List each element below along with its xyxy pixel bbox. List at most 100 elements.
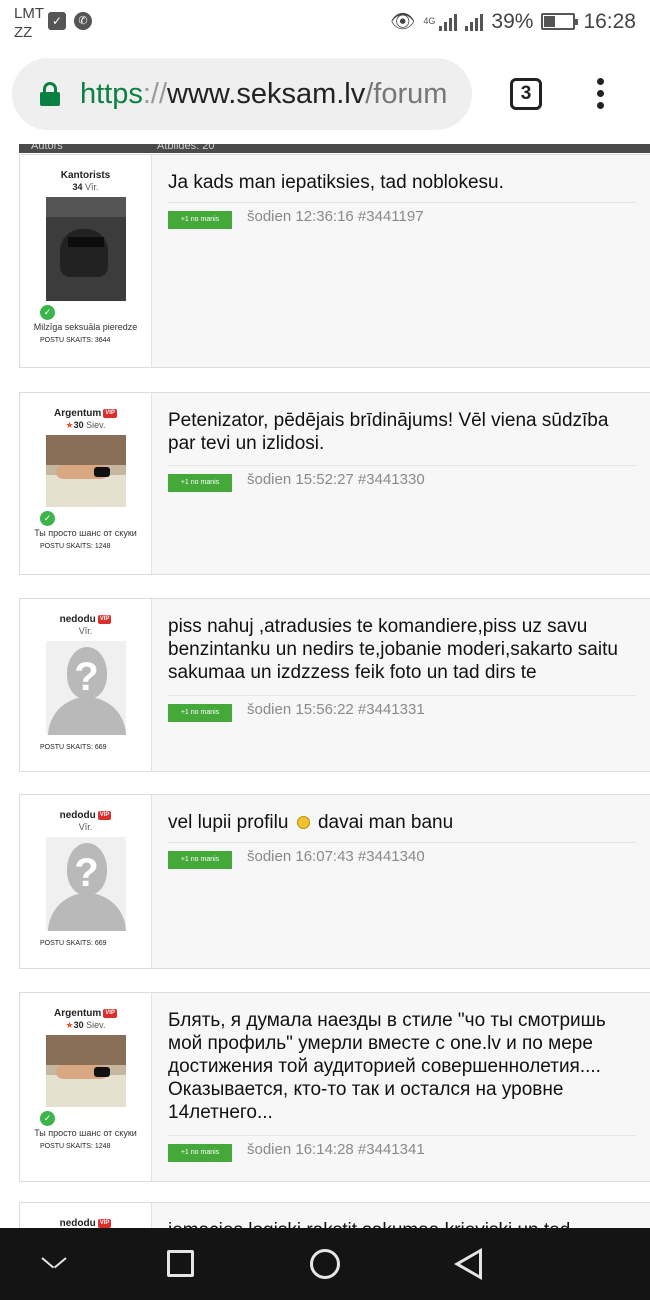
post-body: Petenizator, pēdējais brīdinājums! Vēl v… (152, 393, 650, 574)
post-count: POSTU SKAITS: 669 (40, 744, 107, 751)
tab-switcher-button[interactable]: 3 (510, 78, 542, 110)
post-timestamp[interactable]: šodien 16:14:28 #3441341 (247, 1141, 425, 1159)
thread-table-header: Autors Atbildes: 20 (19, 144, 650, 153)
carrier-line-2: ZZ (14, 24, 33, 41)
star-icon: ★ (65, 420, 74, 430)
more-vert-icon[interactable] (588, 78, 612, 112)
forum-post: Kantorists 34 Vīr. ✓ Milzīga seksuāla pi… (19, 154, 650, 368)
forum-post: Argentum VIP ★30 Siev. ✓ Ты просто шанс о… (19, 992, 650, 1182)
post-count: POSTU SKAITS: 1248 (40, 543, 111, 550)
post-timestamp[interactable]: šodien 16:07:43 #3441340 (247, 848, 425, 866)
data-signal-icon (439, 13, 458, 31)
vip-badge: VIP (97, 1219, 112, 1228)
post-author-panel: nedodu VIP (20, 1203, 152, 1228)
post-author-panel: Argentum VIP ★30 Siev. ✓ Ты просто шанс о… (20, 993, 152, 1181)
post-timestamp[interactable]: šodien 15:52:27 #3441330 (247, 471, 425, 489)
battery-percent: 39% (491, 9, 534, 33)
user-avatar[interactable] (45, 197, 126, 301)
home-icon[interactable] (310, 1249, 340, 1279)
forum-post: Argentum VIP ★30 Siev. ✓ Ты просто шанс о… (19, 392, 650, 575)
user-avatar[interactable]: ? (45, 837, 126, 931)
post-timestamp[interactable]: šodien 15:56:22 #3441331 (247, 701, 425, 719)
address-bar[interactable]: https://www.seksam.lv/forum (12, 58, 472, 130)
post-author-panel: Kantorists 34 Vīr. ✓ Milzīga seksuāla pi… (20, 155, 152, 367)
check-circle-icon: ✓ (40, 511, 55, 526)
post-meta: +1 no manis šodien 15:52:27 #3441330 (168, 465, 636, 492)
post-meta: +1 no manis šodien 16:14:28 #3441341 (168, 1135, 636, 1162)
post-author-panel: nedodu VIP Vīr. ? POSTU SKAITS: 669 (20, 599, 152, 771)
post-meta: +1 no manis šodien 15:56:22 #3441331 (168, 695, 636, 722)
sim-check-icon: ✓ (48, 12, 66, 30)
post-count: POSTU SKAITS: 3644 (40, 337, 111, 344)
forum-thread: Autors Atbildes: 20 Kantorists 34 Vīr. ✓… (0, 144, 650, 1228)
network-type: 4G (423, 16, 436, 26)
user-avatar[interactable] (45, 435, 126, 507)
username-link[interactable]: Kantorists (20, 170, 151, 182)
post-message: Блять, я думала наезды в стиле "чо ты см… (168, 1010, 606, 1123)
post-message: iemacies logiski rakstit sakumaa krievis… (168, 1219, 636, 1228)
username-link[interactable]: Argentum VIP (20, 1008, 151, 1020)
username-link[interactable]: Argentum VIP (20, 408, 151, 420)
post-author-panel: nedodu VIP Vīr. ? POSTU SKAITS: 669 (20, 795, 152, 968)
carrier-line-1: LMT (14, 5, 44, 22)
carrier-label: LMT ZZ (14, 4, 44, 42)
url-text[interactable]: https://www.seksam.lv/forum (80, 76, 447, 112)
user-age-gender: ★30 Siev. (65, 420, 106, 430)
vip-badge: VIP (103, 1009, 117, 1018)
post-meta: +1 no manis šodien 16:07:43 #3441340 (168, 842, 636, 869)
post-body: piss nahuj ,atradusies te komandiere,pis… (152, 599, 650, 771)
url-separator: :// (142, 78, 168, 110)
post-count: POSTU SKAITS: 669 (40, 940, 107, 947)
username-link[interactable]: nedodu VIP (20, 614, 151, 626)
browser-toolbar: https://www.seksam.lv/forum 3 (0, 48, 650, 144)
cell-signal-icon (465, 13, 484, 31)
user-age-gender: 34 Vīr. (72, 182, 99, 192)
post-body: iemacies logiski rakstit sakumaa krievis… (152, 1203, 650, 1228)
star-icon: ★ (65, 1020, 74, 1030)
url-path: /forum (365, 78, 448, 110)
user-gender: Vīr. (78, 822, 93, 832)
username-link[interactable]: nedodu VIP (20, 1218, 151, 1228)
post-message: Ja kads man iepatiksies, tad noblokesu. (168, 172, 504, 193)
battery-icon (541, 13, 579, 30)
post-message: piss nahuj ,atradusies te komandiere,pis… (168, 616, 618, 683)
like-button[interactable]: +1 no manis (168, 704, 232, 722)
column-replies: Atbildes: 20 (157, 144, 215, 152)
like-button[interactable]: +1 no manis (168, 474, 232, 492)
username-link[interactable]: nedodu VIP (20, 810, 151, 822)
post-body: Ja kads man iepatiksies, tad noblokesu. … (152, 155, 650, 367)
like-button[interactable]: +1 no manis (168, 211, 232, 229)
status-bar: LMT ZZ ✓ ✆ 👁 4G 39% 16:28 (0, 0, 650, 48)
like-button[interactable]: +1 no manis (168, 1144, 232, 1162)
phone-icon: ✆ (74, 12, 92, 30)
eye-icon: 👁 (390, 11, 416, 33)
clock: 16:28 (583, 9, 636, 33)
vip-badge: VIP (97, 811, 112, 820)
back-icon[interactable] (454, 1248, 482, 1280)
post-author-panel: Argentum VIP ★30 Siev. ✓ Ты просто шанс о… (20, 393, 152, 574)
forum-post: nedoduVIP iemacies logiski rakstit sakum… (19, 1202, 650, 1228)
post-body: Блять, я думала наезды в стиле "чо ты см… (152, 993, 650, 1181)
user-avatar[interactable]: ? (45, 641, 126, 735)
user-avatar[interactable] (45, 1035, 126, 1107)
user-gender: Vīr. (78, 626, 93, 636)
like-button[interactable]: +1 no manis (168, 851, 232, 869)
user-status: Milzīga seksuāla pieredze (33, 322, 138, 332)
hide-nav-icon[interactable] (41, 1250, 67, 1274)
recents-icon[interactable] (167, 1250, 194, 1277)
post-message: Petenizator, pēdējais brīdinājums! Vēl v… (168, 410, 609, 454)
url-scheme: https (80, 78, 143, 110)
post-meta: +1 no manis šodien 12:36:16 #3441197 (168, 202, 636, 229)
forum-post: nedodu VIP Vīr. ? POSTU SKAITS: 669 piss … (19, 598, 650, 772)
user-age-gender: ★30 Siev. (65, 1020, 106, 1030)
post-timestamp[interactable]: šodien 12:36:16 #3441197 (247, 208, 424, 226)
smiley-icon (296, 816, 310, 829)
column-author: Autors (31, 144, 63, 152)
vip-badge: VIP (103, 409, 117, 418)
lock-icon[interactable] (40, 82, 60, 106)
system-nav-bar (0, 1228, 650, 1300)
vip-badge: VIP (97, 615, 112, 624)
url-host: www.seksam.lv (167, 78, 366, 110)
user-status: Ты просто шанс от скуки (34, 528, 137, 538)
post-body: vel lupii profilu davai man banu +1 no m… (152, 795, 650, 968)
